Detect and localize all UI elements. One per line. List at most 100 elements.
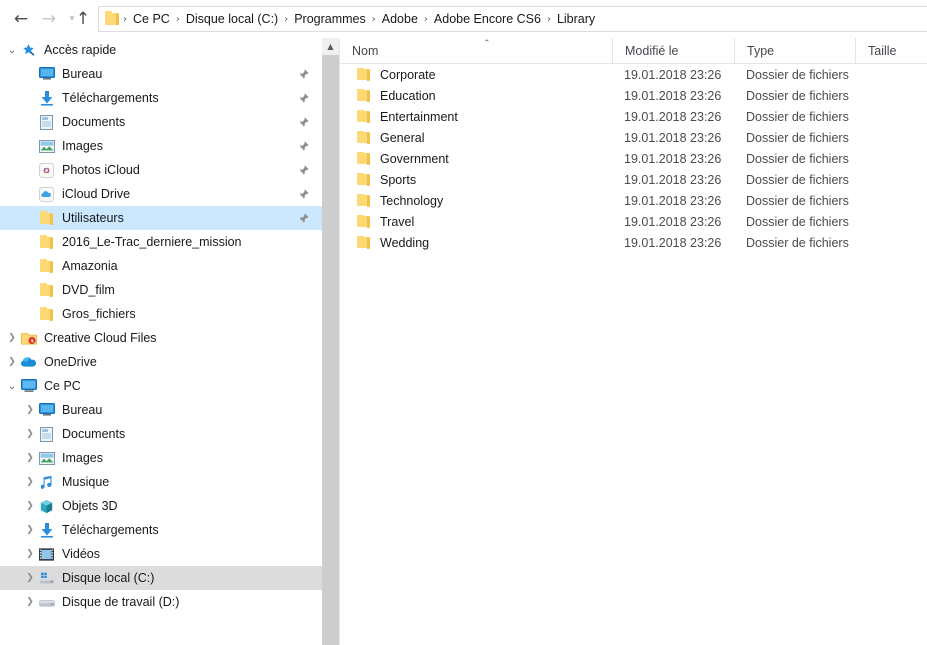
- pin-icon[interactable]: [298, 213, 316, 224]
- back-button[interactable]: ←: [10, 8, 32, 30]
- pin-icon[interactable]: [298, 141, 316, 152]
- sidebar-item-ce-pc[interactable]: ⌄ Ce PC: [0, 374, 322, 398]
- pin-icon[interactable]: [298, 165, 316, 176]
- file-row[interactable]: Technology 19.01.2018 23:26 Dossier de fic…: [340, 190, 927, 211]
- file-name-cell: Sports: [340, 172, 612, 187]
- sidebar-item-documents[interactable]: Documents: [0, 110, 322, 134]
- address-bar[interactable]: › Ce PC › Disque local (C:) › Programmes…: [98, 6, 927, 32]
- chevron-down-icon[interactable]: ⌄: [4, 374, 20, 398]
- file-modified-cell: 19.01.2018 23:26: [624, 193, 722, 208]
- sidebar-item-label: Photos iCloud: [62, 163, 140, 177]
- sidebar-item-label: Creative Cloud Files: [44, 331, 157, 345]
- file-explorer-window: ← → ▾ ↑ › Ce PC › Disque local (C:) › Pr…: [0, 0, 927, 645]
- file-modified-cell: 19.01.2018 23:26: [624, 67, 722, 82]
- file-modified-cell: 19.01.2018 23:26: [624, 151, 722, 166]
- chevron-right-icon[interactable]: ❯: [22, 542, 38, 566]
- file-type-cell: Dossier de fichiers: [746, 88, 849, 103]
- sidebar-item-images[interactable]: ❯ Images: [0, 446, 322, 470]
- navigation-pane[interactable]: ⌄ Accès rapide Bureau Téléchargements Docume…: [0, 38, 322, 645]
- pin-icon[interactable]: [298, 117, 316, 128]
- sidebar-item-label: Documents: [62, 115, 126, 129]
- chevron-right-icon[interactable]: ❯: [22, 446, 38, 470]
- file-row[interactable]: Corporate 19.01.2018 23:26 Dossier de fich…: [340, 64, 927, 85]
- breadcrumb-item-ce-pc[interactable]: Ce PC: [129, 10, 174, 28]
- breadcrumb-item-adobe-encore-cs6[interactable]: Adobe Encore CS6: [430, 10, 545, 28]
- pin-icon[interactable]: [298, 189, 316, 200]
- file-row[interactable]: Sports 19.01.2018 23:26 Dossier de fichier…: [340, 169, 927, 190]
- sidebar-item-disque-local-c[interactable]: ❯ Disque local (C:): [0, 566, 322, 590]
- sidebar-item-utilisateurs[interactable]: Utilisateurs: [0, 206, 322, 230]
- file-type-cell: Dossier de fichiers: [746, 109, 849, 124]
- sidebar-item-vid-os[interactable]: ❯ Vidéos: [0, 542, 322, 566]
- breadcrumb-item-library[interactable]: Library: [553, 10, 599, 28]
- file-list-view[interactable]: Nom ⌃ Modifié le Type Taille Corporate 19.01.…: [340, 38, 927, 645]
- breadcrumb-item-programmes[interactable]: Programmes: [290, 10, 370, 28]
- file-row[interactable]: General 19.01.2018 23:26 Dossier de fichie…: [340, 127, 927, 148]
- chevron-right-icon[interactable]: ❯: [4, 326, 20, 350]
- sidebar-item-disque-de-travail-d[interactable]: ❯ Disque de travail (D:): [0, 590, 322, 614]
- file-row[interactable]: Education 19.01.2018 23:26 Dossier de fich…: [340, 85, 927, 106]
- chevron-right-icon[interactable]: ❯: [22, 494, 38, 518]
- sidebar-item-dvd-film[interactable]: DVD_film: [0, 278, 322, 302]
- sidebar-item-t-l-chargements[interactable]: Téléchargements: [0, 86, 322, 110]
- forward-button[interactable]: →: [38, 8, 60, 30]
- sidebar-item-label: Amazonia: [62, 259, 118, 273]
- sidebar-item-documents[interactable]: ❯ Documents: [0, 422, 322, 446]
- file-name-cell: Technology: [340, 193, 612, 208]
- sidebar-item-icloud-drive[interactable]: iCloud Drive: [0, 182, 322, 206]
- sidebar-item-onedrive[interactable]: ❯ OneDrive: [0, 350, 322, 374]
- file-row[interactable]: Entertainment 19.01.2018 23:26 Dossier de …: [340, 106, 927, 127]
- sidebar-item-musique[interactable]: ❯ Musique: [0, 470, 322, 494]
- up-one-level-button[interactable]: ↑: [72, 8, 94, 30]
- column-header-nom[interactable]: Nom ⌃: [340, 38, 612, 64]
- sidebar-item-t-l-chargements[interactable]: ❯ Téléchargements: [0, 518, 322, 542]
- sidebar-item-gros-fichiers[interactable]: Gros_fichiers: [0, 302, 322, 326]
- file-row[interactable]: Wedding 19.01.2018 23:26 Dossier de fichie…: [340, 232, 927, 253]
- sidebar-item-2016-le-trac-derniere-mission[interactable]: 2016_Le-Trac_derniere_mission: [0, 230, 322, 254]
- file-name-label: Education: [380, 88, 436, 103]
- pin-placeholder: [300, 381, 315, 391]
- chevron-right-icon[interactable]: ❯: [22, 470, 38, 494]
- breadcrumb-item-disque-local-c[interactable]: Disque local (C:): [182, 10, 282, 28]
- chevron-right-icon[interactable]: ❯: [4, 350, 20, 374]
- chevron-right-icon[interactable]: ❯: [22, 566, 38, 590]
- sidebar-item-creative-cloud-files[interactable]: ❯ Creative Cloud Files: [0, 326, 322, 350]
- chevron-right-icon[interactable]: ❯: [22, 422, 38, 446]
- column-header-modifi-le[interactable]: Modifié le: [612, 38, 734, 64]
- sidebar-item-bureau[interactable]: Bureau: [0, 62, 322, 86]
- onedrive-icon: [20, 354, 37, 370]
- breadcrumb-separator: ›: [423, 13, 428, 25]
- folder-icon: [357, 172, 372, 186]
- column-header-taille[interactable]: Taille: [855, 38, 927, 64]
- creative-cloud-icon: [20, 330, 37, 346]
- nav-pane-scroll-thumb[interactable]: [322, 55, 339, 645]
- sidebar-item-photos-icloud[interactable]: Photos iCloud: [0, 158, 322, 182]
- pin-placeholder: [300, 573, 315, 583]
- pin-icon[interactable]: [298, 93, 316, 104]
- column-header-type[interactable]: Type: [734, 38, 855, 64]
- file-row[interactable]: Government 19.01.2018 23:26 Dossier de fic…: [340, 148, 927, 169]
- breadcrumb-item-adobe[interactable]: Adobe: [378, 10, 422, 28]
- sidebar-item-images[interactable]: Images: [0, 134, 322, 158]
- chevron-right-icon[interactable]: ❯: [22, 398, 38, 422]
- sidebar-item-label: Téléchargements: [62, 523, 159, 537]
- sidebar-item-amazonia[interactable]: Amazonia: [0, 254, 322, 278]
- sidebar-item-label: Objets 3D: [62, 499, 118, 513]
- chevron-down-icon[interactable]: ⌄: [4, 38, 20, 62]
- sidebar-item-acc-s-rapide[interactable]: ⌄ Accès rapide: [0, 38, 322, 62]
- scroll-up-icon[interactable]: ▲: [322, 38, 339, 55]
- file-row[interactable]: Travel 19.01.2018 23:26 Dossier de fichier…: [340, 211, 927, 232]
- nav-pane-scrollbar[interactable]: ▲: [322, 38, 339, 645]
- file-name-cell: Wedding: [340, 235, 612, 250]
- pin-icon[interactable]: [298, 69, 316, 80]
- file-type-cell: Dossier de fichiers: [746, 172, 849, 187]
- file-type-cell: Dossier de fichiers: [746, 67, 849, 82]
- chevron-right-icon[interactable]: ❯: [22, 590, 38, 614]
- breadcrumb-separator: ›: [284, 13, 289, 25]
- sidebar-item-bureau[interactable]: ❯ Bureau: [0, 398, 322, 422]
- sidebar-item-objets-3d[interactable]: ❯ Objets 3D: [0, 494, 322, 518]
- chevron-right-icon[interactable]: ❯: [22, 518, 38, 542]
